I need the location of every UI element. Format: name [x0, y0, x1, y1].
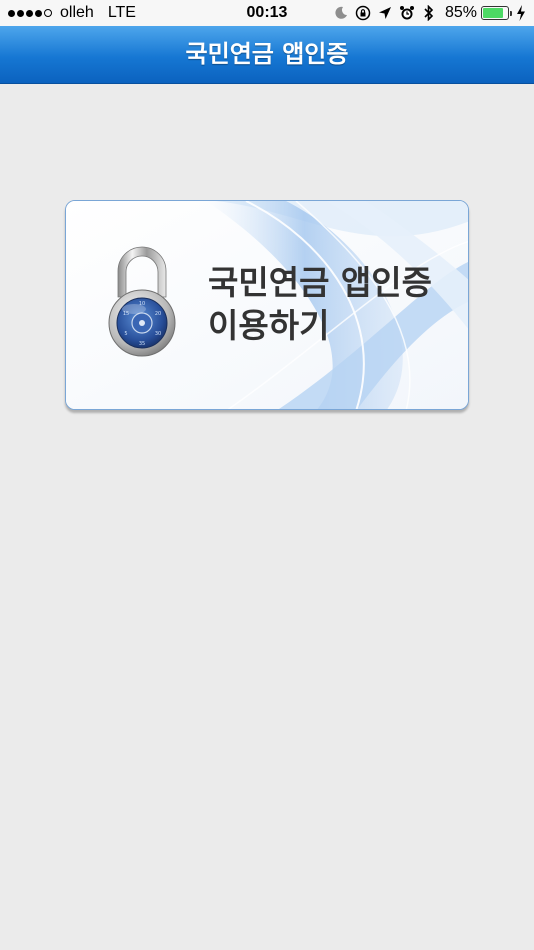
svg-text:5: 5 [124, 331, 127, 337]
bluetooth-icon [421, 5, 437, 21]
signal-strength-icon [8, 9, 54, 17]
app-auth-button[interactable]: 10 20 30 35 5 15 국민연금 앱인증 이용하기 [65, 200, 469, 410]
moon-icon [333, 5, 349, 21]
alarm-icon [399, 5, 415, 21]
page-title: 국민연금 앱인증 [185, 40, 349, 68]
card-title-line1: 국민연금 앱인증 [208, 263, 433, 302]
svg-text:20: 20 [155, 311, 161, 317]
battery-icon [481, 6, 509, 20]
card-title-line2: 이용하기 [208, 306, 330, 345]
svg-text:35: 35 [139, 341, 145, 347]
battery-percent: 85% [444, 4, 477, 21]
svg-text:30: 30 [155, 331, 161, 337]
rotation-lock-icon [355, 5, 371, 21]
charging-icon [516, 5, 526, 21]
page-title-bar: 국민연금 앱인증 [0, 26, 534, 84]
network-type: LTE [107, 4, 136, 21]
status-bar: olleh LTE 00:13 85% [0, 0, 534, 26]
padlock-icon: 1020 3035 515 [108, 246, 176, 357]
location-icon [377, 5, 393, 21]
carrier-name: olleh [60, 4, 94, 21]
